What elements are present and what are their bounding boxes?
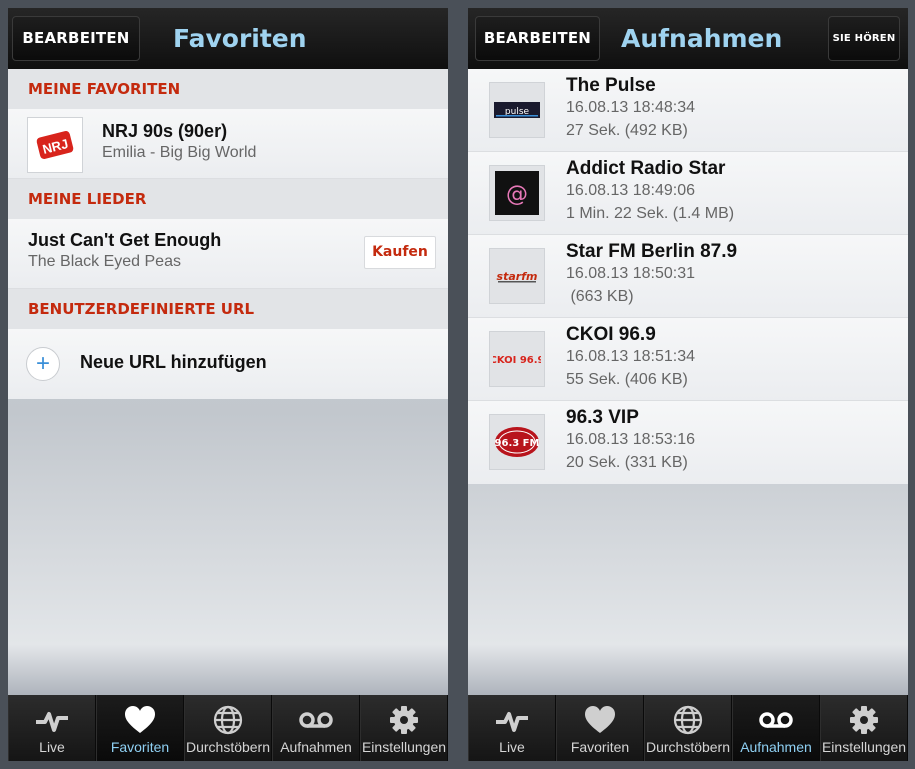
recording-title: Star FM Berlin 87.9 (566, 241, 738, 262)
station-logo-text: CKOI 96.9 (493, 355, 541, 366)
recording-title: 96.3 VIP (566, 407, 639, 428)
recordings-screen: BEARBEITEN Aufnahmen SIE HÖREN pulse The… (468, 8, 908, 761)
tab-live-label: Live (39, 739, 65, 755)
page-title: Favoriten (173, 24, 307, 53)
song-artist: The Black Eyed Peas (28, 253, 181, 270)
pulse-icon (36, 712, 68, 732)
tab-bar: Live Favoriten Durchstöbern Aufnahmen Ei… (8, 695, 448, 761)
tab-browse[interactable]: Durchstöbern (184, 695, 272, 761)
tab-live[interactable]: Live (468, 695, 556, 761)
station-logo: pulse (489, 82, 545, 138)
edit-button[interactable]: BEARBEITEN (12, 16, 140, 61)
pulse-icon (496, 712, 528, 732)
tab-settings[interactable]: Einstellungen (360, 695, 448, 761)
tab-favorites-label: Favoriten (570, 739, 630, 755)
voicemail-icon (299, 712, 333, 728)
recording-row[interactable]: pulse The Pulse 16.08.13 18:48:34 27 Sek… (468, 69, 908, 152)
heart-icon (585, 706, 615, 733)
recording-row[interactable]: CKOI 96.9 CKOI 96.9 16.08.13 18:51:34 55… (468, 318, 908, 401)
recording-date: 16.08.13 18:51:34 (566, 348, 696, 365)
tab-favorites-label: Favoriten (110, 739, 170, 755)
globe-icon (673, 705, 703, 735)
edit-button[interactable]: BEARBEITEN (475, 16, 600, 61)
now-playing-button[interactable]: SIE HÖREN (828, 16, 900, 61)
voicemail-icon (759, 712, 793, 728)
page-title: Aufnahmen (621, 24, 783, 53)
recording-date: 16.08.13 18:53:16 (566, 431, 696, 448)
recording-title: CKOI 96.9 (566, 324, 656, 345)
song-title: Just Can't Get Enough (28, 230, 222, 250)
tab-live-label: Live (499, 739, 525, 755)
globe-icon (213, 705, 243, 735)
buy-button[interactable]: Kaufen (364, 236, 436, 269)
tab-live[interactable]: Live (8, 695, 96, 761)
recording-row[interactable]: @ Addict Radio Star 16.08.13 18:49:06 1 … (468, 152, 908, 235)
gear-icon (390, 706, 418, 734)
nav-bar: BEARBEITEN Favoriten (8, 8, 448, 69)
section-header-custom-url: BENUTZERDEFINIERTE URL (8, 289, 448, 329)
recording-date: 16.08.13 18:50:31 (566, 265, 696, 282)
add-url-row[interactable]: + Neue URL hinzufügen (8, 329, 448, 399)
section-header-favorites: MEINE FAVORITEN (8, 69, 448, 109)
tab-browse[interactable]: Durchstöbern (644, 695, 732, 761)
station-logo: CKOI 96.9 (489, 331, 545, 387)
recording-info: 55 Sek. (406 KB) (566, 371, 688, 388)
recording-info: 27 Sek. (492 KB) (566, 122, 688, 139)
heart-icon (125, 706, 155, 733)
tab-favorites[interactable]: Favoriten (556, 695, 644, 761)
recording-row[interactable]: 96.3 FM 96.3 VIP 16.08.13 18:53:16 20 Se… (468, 401, 908, 484)
tab-recordings[interactable]: Aufnahmen (732, 695, 820, 761)
favorites-screen: BEARBEITEN Favoriten MEINE FAVORITEN NRJ… (8, 8, 448, 761)
recording-info: 20 Sek. (331 KB) (566, 454, 688, 471)
nav-bar: BEARBEITEN Aufnahmen SIE HÖREN (468, 8, 908, 69)
nrj-logo: NRJ (27, 117, 83, 173)
tab-recordings-label: Aufnahmen (280, 739, 352, 755)
tab-favorites[interactable]: Favoriten (96, 695, 184, 761)
favorite-subtitle: Emilia - Big Big World (102, 144, 257, 161)
tab-recordings[interactable]: Aufnahmen (272, 695, 360, 761)
station-logo-text: 96.3 FM (495, 438, 540, 449)
gear-icon (850, 706, 878, 734)
tab-settings-label: Einstellungen (361, 739, 447, 755)
add-url-label: Neue URL hinzufügen (80, 352, 267, 372)
recording-date: 16.08.13 18:48:34 (566, 99, 696, 116)
recording-title: The Pulse (566, 75, 656, 96)
recordings-list: pulse The Pulse 16.08.13 18:48:34 27 Sek… (468, 69, 908, 484)
station-logo: 96.3 FM (489, 414, 545, 470)
tab-recordings-label: Aufnahmen (740, 739, 812, 755)
tab-browse-label: Durchstöbern (185, 739, 271, 755)
favorite-row[interactable]: NRJ NRJ 90s (90er) Emilia - Big Big Worl… (8, 109, 448, 179)
tab-bar: Live Favoriten Durchstöbern Aufnahmen Ei… (468, 695, 908, 761)
section-header-songs: MEINE LIEDER (8, 179, 448, 219)
favorites-list: MEINE FAVORITEN NRJ NRJ 90s (90er) Emili… (8, 69, 448, 399)
add-icon: + (26, 347, 60, 381)
song-row[interactable]: Just Can't Get Enough The Black Eyed Pea… (8, 219, 448, 289)
recording-info: 1 Min. 22 Sek. (1.4 MB) (566, 205, 735, 222)
recording-title: Addict Radio Star (566, 158, 726, 179)
tab-browse-label: Durchstöbern (645, 739, 731, 755)
station-logo: @ (489, 165, 545, 221)
favorite-title: NRJ 90s (90er) (102, 121, 228, 141)
recording-row[interactable]: starfm Star FM Berlin 87.9 16.08.13 18:5… (468, 235, 908, 318)
recording-date: 16.08.13 18:49:06 (566, 182, 696, 199)
station-logo: starfm (489, 248, 545, 304)
recording-info: (663 KB) (566, 288, 634, 305)
tab-settings[interactable]: Einstellungen (820, 695, 908, 761)
station-logo-text: @ (506, 182, 528, 207)
tab-settings-label: Einstellungen (821, 739, 907, 755)
content-area: MEINE FAVORITEN NRJ NRJ 90s (90er) Emili… (8, 69, 448, 695)
content-area: pulse The Pulse 16.08.13 18:48:34 27 Sek… (468, 69, 908, 695)
